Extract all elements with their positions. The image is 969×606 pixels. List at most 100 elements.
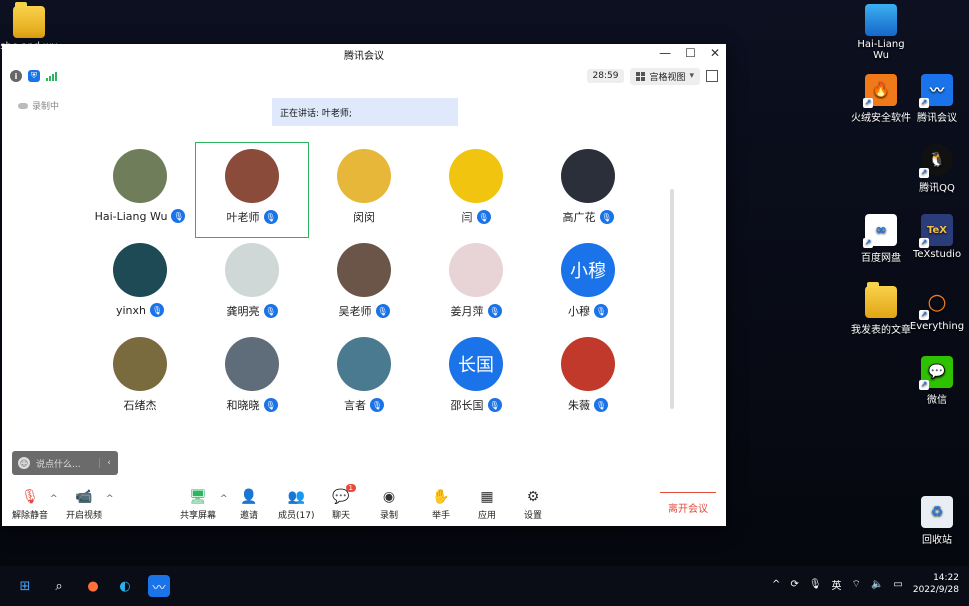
desktop-icon-label: TeXstudio bbox=[912, 249, 962, 260]
mic-icon: 🎙 bbox=[263, 398, 278, 412]
participant-tile[interactable]: 吴老师 🎙 bbox=[308, 237, 420, 331]
leave-meeting-button[interactable]: 离开会议 bbox=[660, 492, 716, 521]
invite-button[interactable]: 👤 邀请 bbox=[240, 488, 258, 521]
record-button[interactable]: ◉ 录制 bbox=[380, 488, 398, 521]
recording-indicator: 录制中 bbox=[18, 99, 59, 112]
mic-icon: 🎙 bbox=[375, 304, 390, 318]
share-screen-button[interactable]: 🖥 共享屏幕 bbox=[180, 488, 216, 521]
participant-name-row: 和晓晓 🎙 bbox=[227, 397, 278, 413]
chevron-up-icon[interactable]: ^ bbox=[772, 579, 780, 590]
magnifier-icon: ○ ↗ bbox=[919, 289, 947, 320]
monitor-icon bbox=[865, 4, 897, 36]
participant-tile[interactable]: yinxh 🎙 bbox=[84, 237, 196, 331]
mic-icon: 🎙 bbox=[263, 304, 278, 318]
participant-name: 叶老师 bbox=[226, 211, 260, 224]
emoji-icon[interactable]: ☺ bbox=[18, 457, 30, 469]
desktop-icon-this-pc[interactable]: Hai-Liang Wu bbox=[846, 4, 916, 61]
windows-start-icon[interactable]: ⊞ bbox=[14, 575, 36, 597]
participant-name: 朱薇 bbox=[568, 399, 590, 412]
fullscreen-icon[interactable] bbox=[706, 70, 718, 82]
minimize-icon[interactable]: — bbox=[659, 46, 671, 60]
desktop-icon-tencent-meeting[interactable]: 〰 ↗ 腾讯会议 bbox=[902, 74, 969, 124]
battery-icon[interactable]: ▭ bbox=[893, 579, 902, 590]
taskbar: ⊞ ⌕ ● ◐ 〰 ^ ⟳ 🎙 英 ⌔ 🔈 ▭ 14:22 2022/9/28 bbox=[0, 566, 969, 606]
title-bar[interactable]: 腾讯会议 — ☐ ✕ bbox=[2, 44, 726, 65]
shield-icon[interactable]: ⛨ bbox=[28, 70, 40, 82]
desktop-icon-everything[interactable]: ○ ↗ Everything bbox=[902, 286, 969, 333]
folder-icon bbox=[865, 282, 897, 318]
mic-icon: 🎙 bbox=[370, 398, 384, 412]
chevron-left-icon[interactable]: ‹ bbox=[99, 458, 118, 468]
avatar bbox=[561, 337, 615, 391]
apps-button[interactable]: ▦ 应用 bbox=[478, 488, 496, 521]
penguin-icon: 🐧 ↗ bbox=[919, 144, 953, 178]
chat-placeholder: 说点什么... bbox=[36, 459, 81, 470]
quick-chat-input[interactable]: ☺ 说点什么... ‹ bbox=[12, 451, 118, 475]
tencent-meeting-taskbar-icon[interactable]: 〰 bbox=[148, 575, 170, 597]
participant-name-row: 闫 🎙 bbox=[462, 209, 491, 225]
unmute-button[interactable]: 🎙 解除静音 bbox=[12, 488, 48, 521]
settings-button[interactable]: ⚙ 设置 bbox=[524, 488, 542, 521]
network-signal-icon[interactable] bbox=[46, 71, 57, 81]
maximize-icon[interactable]: ☐ bbox=[685, 46, 696, 60]
members-button[interactable]: 👥 成员(17) bbox=[278, 488, 314, 521]
desktop-icon-recycle-bin[interactable]: ♻ 回收站 bbox=[902, 496, 969, 546]
participant-area: 录制中 正在讲话: 叶老师; Hai-Liang Wu 🎙 叶老师 🎙 闵闵闫 🎙 高广花 🎙… bbox=[2, 87, 726, 482]
participant-tile[interactable]: 姜月萍 🎙 bbox=[420, 237, 532, 331]
avatar bbox=[225, 149, 279, 203]
view-mode-button[interactable]: 宫格视图 ▾ bbox=[630, 67, 700, 85]
video-options-chevron-icon[interactable]: ^ bbox=[106, 494, 114, 504]
participant-name-row: 龚明亮 🎙 bbox=[227, 303, 278, 319]
desktop-icon-texstudio[interactable]: TeX ↗ TeXstudio bbox=[902, 214, 969, 260]
mic-icon: 🎙 bbox=[171, 209, 186, 223]
chevron-down-icon: ▾ bbox=[689, 71, 694, 81]
info-icon[interactable]: i bbox=[10, 70, 22, 82]
participant-tile[interactable]: 言者 🎙 bbox=[308, 331, 420, 425]
participant-tile[interactable]: 龚明亮 🎙 bbox=[196, 237, 308, 331]
raise-hand-button[interactable]: ✋ 举手 bbox=[432, 488, 450, 521]
tencent-meeting-icon: 〰 ↗ bbox=[919, 74, 953, 108]
edge-icon[interactable]: ◐ bbox=[114, 575, 136, 597]
desktop-icon-label: 腾讯会议 bbox=[917, 113, 957, 124]
participant-name: 言者 bbox=[344, 399, 366, 412]
participant-tile[interactable]: 石绪杰 bbox=[84, 331, 196, 425]
desktop-icon-label: 腾讯QQ bbox=[919, 183, 955, 194]
microphone-icon[interactable]: 🎙 bbox=[809, 579, 822, 590]
flame-icon: 🔥 ↗ bbox=[863, 74, 897, 108]
participant-tile[interactable]: 和晓晓 🎙 bbox=[196, 331, 308, 425]
participant-tile[interactable]: 闵闵 bbox=[308, 143, 420, 237]
close-icon[interactable]: ✕ bbox=[710, 46, 720, 60]
desktop-icon-qq[interactable]: 🐧 ↗ 腾讯QQ bbox=[902, 144, 969, 194]
audio-options-chevron-icon[interactable]: ^ bbox=[50, 494, 58, 504]
participant-grid: Hai-Liang Wu 🎙 叶老师 🎙 闵闵闫 🎙 高广花 🎙 yinxh 🎙 龚明亮 🎙 吴老师 🎙 姜… bbox=[84, 142, 644, 425]
meeting-timer: 28:59 bbox=[586, 69, 625, 83]
participant-tile[interactable]: 闫 🎙 bbox=[420, 143, 532, 237]
ime-indicator[interactable]: 英 bbox=[832, 577, 842, 592]
participant-tile[interactable]: 小穆 小穆 🎙 bbox=[532, 237, 644, 331]
cloud-record-icon bbox=[18, 102, 28, 109]
participant-name-row: 小穆 🎙 bbox=[568, 303, 608, 319]
shortcut-arrow-icon: ↗ bbox=[919, 310, 929, 320]
participant-tile[interactable]: 朱薇 🎙 bbox=[532, 331, 644, 425]
firefox-icon[interactable]: ● bbox=[82, 575, 104, 597]
participant-scrollbar[interactable] bbox=[670, 189, 674, 409]
wifi-icon[interactable]: ⌔ bbox=[852, 578, 861, 591]
start-video-button[interactable]: 📹 开启视频 bbox=[66, 488, 102, 521]
tex-icon: TeX ↗ bbox=[919, 214, 953, 248]
participant-tile[interactable]: 长国 邵长国 🎙 bbox=[420, 331, 532, 425]
clock[interactable]: 14:22 2022/9/28 bbox=[913, 572, 959, 596]
volume-icon[interactable]: 🔈 bbox=[871, 579, 883, 590]
participant-name: 闵闵 bbox=[353, 211, 375, 224]
participant-tile[interactable]: 叶老师 🎙 bbox=[195, 142, 309, 238]
sync-icon[interactable]: ⟳ bbox=[790, 579, 798, 590]
search-icon[interactable]: ⌕ bbox=[48, 575, 70, 597]
share-options-chevron-icon[interactable]: ^ bbox=[220, 494, 228, 504]
participant-name-row: 朱薇 🎙 bbox=[568, 397, 608, 413]
avatar bbox=[337, 149, 391, 203]
participant-tile[interactable]: 高广花 🎙 bbox=[532, 143, 644, 237]
desktop-icon-wechat[interactable]: 💬 ↗ 微信 bbox=[902, 356, 969, 406]
participant-name: 姜月萍 bbox=[450, 305, 484, 318]
chat-button[interactable]: 💬 1 聊天 bbox=[332, 484, 356, 521]
participant-tile[interactable]: Hai-Liang Wu 🎙 bbox=[84, 143, 196, 237]
participant-name: 龚明亮 bbox=[226, 305, 260, 318]
